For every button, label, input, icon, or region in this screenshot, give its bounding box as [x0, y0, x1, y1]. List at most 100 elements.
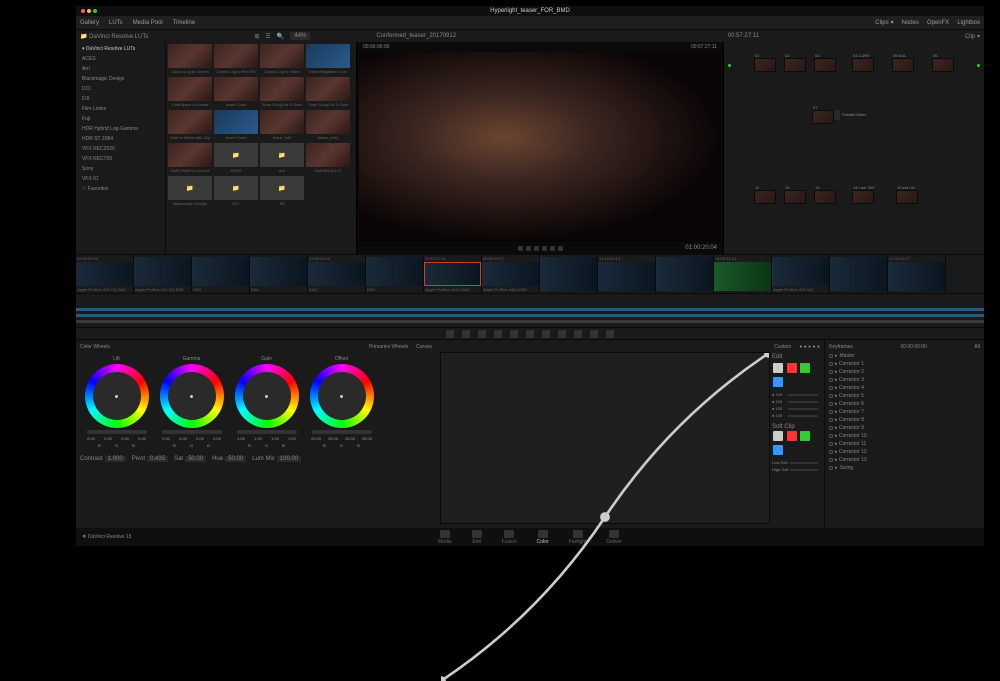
keyframe-row[interactable]: ▸ Corrector 3 [827, 376, 982, 384]
prev-clip-button[interactable] [518, 246, 523, 251]
timeline-button[interactable]: Timeline [173, 20, 195, 26]
lut-thumbnail[interactable]: linear_soft [260, 110, 304, 141]
search-icon[interactable]: 🔍 [277, 33, 284, 40]
sidebar-item[interactable]: DJI [78, 94, 163, 104]
node[interactable]: 04 CURV [852, 58, 874, 72]
node[interactable]: 06 BAL [892, 58, 914, 72]
tool-icon[interactable] [542, 330, 550, 338]
clips-button[interactable]: Clips ▾ [875, 19, 893, 26]
sc-red[interactable] [787, 431, 797, 441]
sidebar-item[interactable]: VFX REC2020 [78, 144, 163, 154]
openfx-button[interactable]: OpenFX [927, 19, 949, 26]
red-swatch[interactable] [787, 363, 797, 373]
clip-thumb[interactable]: 00:57:27:11Apple ProRes 4444 DNG [424, 255, 482, 293]
keyframe-row[interactable]: ▸ Corrector 4 [827, 384, 982, 392]
node-output[interactable] [977, 64, 980, 67]
lut-thumbnail[interactable]: Invert Negative in Lin [306, 44, 350, 75]
keyframe-row[interactable]: ▸ Corrector 11 [827, 440, 982, 448]
node[interactable]: 03 [814, 58, 836, 72]
intensity-slider[interactable]: ● 100 [772, 406, 818, 411]
node[interactable]: 14 Lum SAT [852, 190, 874, 204]
node[interactable]: 06 [932, 58, 954, 72]
sidebar-item[interactable]: Arri [78, 64, 163, 74]
sidebar-item[interactable]: Sony [78, 164, 163, 174]
blue-swatch[interactable] [773, 377, 783, 387]
sidebar-item[interactable]: Film Looks [78, 104, 163, 114]
tool-icon[interactable] [606, 330, 614, 338]
tool-icon[interactable] [590, 330, 598, 338]
lut-folder[interactable]: 📁DCI [214, 176, 258, 207]
sidebar-item[interactable]: VFX REC709 [78, 154, 163, 164]
next-clip-button[interactable] [550, 246, 555, 251]
lut-thumbnail[interactable]: Canon Log to Rec709 [214, 44, 258, 75]
tool-icon[interactable] [446, 330, 454, 338]
breadcrumb[interactable]: 📁 DaVinci Resolve LUTs [80, 33, 148, 40]
step-fwd-button[interactable] [542, 246, 547, 251]
keyframe-row[interactable]: ▸ Corrector 10 [827, 432, 982, 440]
clip-thumb[interactable]: Apple ProRes 422 HQ [772, 255, 830, 293]
node-input[interactable] [728, 64, 731, 67]
lut-thumbnail[interactable]: Sony SLog3 to S-Gam [306, 77, 350, 108]
node[interactable]: 12 sat LM [896, 190, 918, 204]
lut-thumbnail[interactable]: Gain to Video with Clip [168, 110, 212, 141]
clip-thumb[interactable]: 12:30:34:17 [888, 255, 946, 293]
lut-thumbnail[interactable]: 📁ACES [214, 143, 258, 174]
lowsoft-slider[interactable] [790, 462, 818, 464]
node[interactable]: 01 [754, 58, 776, 72]
lum-swatch[interactable] [773, 363, 783, 373]
lut-thumbnail[interactable]: BMDWCK in 3 [306, 143, 350, 174]
lut-thumbnail[interactable]: Canon Log to Cineon [168, 44, 212, 75]
clip-thumb[interactable]: 00:00:00:00Apple ProRes 422 HQ DWI [76, 255, 134, 293]
viewer-image[interactable] [359, 52, 721, 242]
param-sat[interactable]: Sat50.00 [174, 456, 206, 462]
color-wheel-gamma[interactable]: Gamma0.000.000.000.00RGB [159, 356, 224, 448]
sc-lum[interactable] [773, 431, 783, 441]
clip-thumb[interactable]: Apple ProRes 422 HQ DWI [134, 255, 192, 293]
intensity-slider[interactable]: ● 100 [772, 392, 818, 397]
sidebar-item[interactable]: ▾ DaVinci Resolve LUTs [78, 44, 163, 54]
lightbox-button[interactable]: Lightbox [957, 19, 980, 26]
sidebar-item[interactable]: ACES [78, 54, 163, 64]
keyframe-row[interactable]: ▸ Corrector 9 [827, 424, 982, 432]
param-pivot[interactable]: Pivot0.435 [132, 456, 168, 462]
play-button[interactable] [534, 246, 539, 251]
sidebar-item[interactable]: VFX IO [78, 174, 163, 184]
lut-thumbnail[interactable]: Sony SLog3 to S-Gam [260, 77, 304, 108]
lut-thumbnail[interactable]: CineSpace to Linear [168, 77, 212, 108]
clip-thumb[interactable]: 14:16:43:13 [598, 255, 656, 293]
tool-icon[interactable] [478, 330, 486, 338]
highsoft-slider[interactable] [790, 469, 818, 471]
lut-folder[interactable]: 📁S8 [260, 176, 304, 207]
favorites-item[interactable]: ☆ Favorites [78, 184, 163, 194]
lut-folder[interactable]: 📁Blackmagic Design [168, 176, 212, 207]
tool-icon[interactable] [494, 330, 502, 338]
keyframe-row[interactable]: ▸ Corrector 1 [827, 360, 982, 368]
lut-thumbnail[interactable]: 📁Arri [260, 143, 304, 174]
keyframe-row[interactable]: ▸ Corrector 13 [827, 456, 982, 464]
color-wheel-offset[interactable]: Offset25.0025.0025.0025.00RGB [309, 356, 374, 448]
lut-thumbnail[interactable]: Invert Color [214, 110, 258, 141]
curves-tab-label[interactable]: Curves [416, 344, 432, 350]
clip-dropdown[interactable]: Clip ▾ [965, 33, 980, 40]
sidebar-item[interactable]: HDR Hybrid Log-Gamma [78, 124, 163, 134]
param-contrast[interactable]: Contrast1.000 [80, 456, 126, 462]
tool-icon[interactable] [462, 330, 470, 338]
node[interactable]: 13 [814, 190, 836, 204]
luts-button[interactable]: LUTs [109, 20, 123, 26]
sizing-row[interactable]: ▸ Sizing [827, 464, 982, 472]
lut-thumbnail[interactable]: BMD RAW to Correct [168, 143, 212, 174]
custom-label[interactable]: Custom [774, 344, 791, 350]
lut-thumbnail[interactable]: Invert Color [214, 77, 258, 108]
keyframe-row[interactable]: ▸ Corrector 8 [827, 416, 982, 424]
sidebar-item[interactable]: HDR ST 2084 [78, 134, 163, 144]
keyframe-row[interactable]: ▸ Corrector 6 [827, 400, 982, 408]
clip-thumb[interactable]: DWI [192, 255, 250, 293]
color-wheel-lift[interactable]: Lift0.000.000.000.00RGB [84, 356, 149, 448]
param-hue[interactable]: Hue50.00 [212, 456, 246, 462]
parallel-mixer-node[interactable] [834, 110, 840, 120]
clip-thumb[interactable]: DWI [250, 255, 308, 293]
lut-thumbnail[interactable]: linear_xHQ [306, 110, 350, 141]
sc-blue[interactable] [773, 445, 783, 455]
node[interactable]: 11 [754, 190, 776, 204]
param-lum mix[interactable]: Lum Mix100.00 [252, 456, 301, 462]
